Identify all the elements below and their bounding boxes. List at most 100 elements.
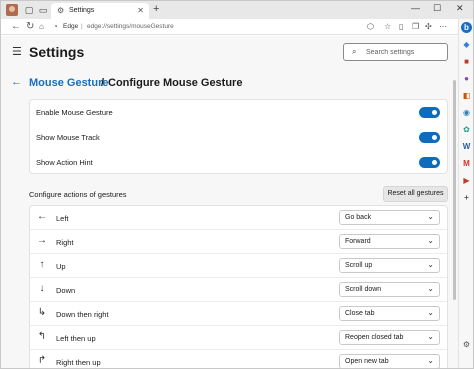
gestures-list: ← Left Go back ⌄ → Right Forward ⌄ ↑ Up [29, 205, 448, 368]
browser-brand: Edge [63, 23, 79, 30]
more-menu-icon[interactable]: ⋯ [439, 22, 447, 32]
toggle-row-track: Show Mouse Track [30, 125, 449, 150]
gesture-action-select[interactable]: Scroll up ⌄ [339, 258, 440, 273]
scrollbar-thumb[interactable] [453, 80, 456, 300]
gesture-row: ← Left Go back ⌄ [30, 206, 447, 230]
browser-window: ▢ ▭ ⚙ Settings ✕ + — ☐ ✕ ← ↻ ⌂ ◔ Edge | … [0, 0, 474, 369]
page-title: Settings [29, 44, 85, 60]
youtube-icon[interactable]: ▶ [461, 175, 472, 186]
toggle-label: Show Action Hint [36, 158, 93, 167]
favorites-star-icon[interactable]: ☆ [384, 22, 391, 32]
back-arrow-icon[interactable]: ← [11, 76, 22, 88]
gesture-name: Down [56, 286, 76, 295]
gmail-icon[interactable]: M [461, 158, 472, 169]
gesture-name: Right then up [56, 358, 101, 367]
close-tab-icon[interactable]: ✕ [137, 6, 144, 15]
refresh-icon[interactable]: ↻ [26, 21, 34, 33]
copilot-icon[interactable]: b [461, 22, 472, 33]
gesture-row: ↰ Left then up Reopen closed tab ⌄ [30, 326, 447, 350]
gesture-action-select[interactable]: Forward ⌄ [339, 234, 440, 249]
enable-mouse-gesture-toggle[interactable] [419, 107, 440, 118]
gesture-action-select[interactable]: Reopen closed tab ⌄ [339, 330, 440, 345]
address-box[interactable]: ◔ Edge | edge://settings/mouseGesture [53, 21, 353, 33]
gesture-name: Left [56, 214, 69, 223]
apps-icon[interactable]: ✿ [461, 124, 472, 135]
toggles-card: Enable Mouse Gesture Show Mouse Track Sh… [29, 99, 448, 174]
split-screen-icon[interactable]: ▯ [399, 22, 403, 32]
toggle-label: Show Mouse Track [36, 133, 100, 142]
settings-page: ☰ Settings ⌕ ← Mouse Gesture / Configure… [1, 36, 458, 368]
reset-all-gestures-button[interactable]: Reset all gestures [383, 186, 448, 202]
extensions-puzzle-icon[interactable]: ✣ [425, 22, 432, 32]
address-bar-row: ← ↻ ⌂ ◔ Edge | edge://settings/mouseGest… [1, 19, 473, 35]
breadcrumb: ← Mouse Gesture / Configure Mouse Gestur… [1, 74, 458, 94]
person-icon[interactable]: ● [461, 73, 472, 84]
search-icon: ⌕ [352, 47, 357, 56]
gesture-name: Up [56, 262, 66, 271]
selected-action: Close tab [345, 310, 375, 317]
selected-action: Reopen closed tab [345, 334, 404, 341]
settings-gear-icon: ⚙ [57, 6, 65, 15]
back-nav-icon[interactable]: ← [11, 21, 21, 33]
gesture-action-select[interactable]: Close tab ⌄ [339, 306, 440, 321]
office-icon[interactable]: ◧ [461, 90, 472, 101]
gesture-action-select[interactable]: Go back ⌄ [339, 210, 440, 225]
toggle-row-enable: Enable Mouse Gesture [30, 100, 449, 125]
left-then-up-icon: ↰ [37, 331, 47, 342]
gesture-row: ↱ Right then up Open new tab ⌄ [30, 350, 447, 368]
word-icon[interactable]: W [461, 141, 472, 152]
chevron-down-icon: ⌄ [427, 284, 434, 293]
gesture-action-select[interactable]: Scroll down ⌄ [339, 282, 440, 297]
search-box[interactable]: ⌕ [343, 43, 448, 61]
selected-action: Scroll down [345, 286, 382, 293]
profile-avatar[interactable] [6, 4, 18, 16]
gesture-row: ↓ Down Scroll down ⌄ [30, 278, 447, 302]
breadcrumb-parent-link[interactable]: Mouse Gesture [29, 77, 108, 89]
down-then-right-icon: ↳ [37, 307, 47, 318]
address-separator: | [81, 23, 83, 30]
tab-actions-icon[interactable]: ▭ [37, 4, 49, 16]
chevron-down-icon: ⌄ [427, 260, 434, 269]
page-scrollbar[interactable] [452, 80, 457, 326]
show-action-hint-toggle[interactable] [419, 157, 440, 168]
url-text[interactable]: edge://settings/mouseGesture [87, 23, 174, 30]
collections-icon[interactable]: ❐ [412, 22, 419, 32]
gesture-action-select[interactable]: Open new tab ⌄ [339, 354, 440, 368]
selected-action: Forward [345, 238, 371, 245]
breadcrumb-separator: / [101, 77, 105, 89]
gesture-name: Left then up [56, 334, 96, 343]
sidebar-settings-icon[interactable]: ⚙ [461, 339, 472, 350]
toggle-row-hint: Show Action Hint [30, 150, 449, 175]
extension-icon[interactable]: ⬡ [367, 22, 374, 32]
new-tab-button[interactable]: + [153, 3, 159, 15]
chevron-down-icon: ⌄ [427, 356, 434, 365]
add-site-icon[interactable]: + [461, 192, 472, 203]
selected-action: Scroll up [345, 262, 373, 269]
show-mouse-track-toggle[interactable] [419, 132, 440, 143]
workspaces-icon[interactable]: ▢ [23, 4, 35, 16]
arrow-left-icon: ← [37, 211, 47, 222]
selected-action: Go back [345, 214, 372, 221]
minimize-icon[interactable]: — [411, 3, 420, 13]
gesture-name: Down then right [56, 310, 109, 319]
maximize-icon[interactable]: ☐ [433, 3, 441, 14]
close-window-icon[interactable]: ✕ [456, 3, 464, 14]
tag-icon[interactable]: ◆ [461, 39, 472, 50]
toolbox-icon[interactable]: ■ [461, 56, 472, 67]
chevron-down-icon: ⌄ [427, 332, 434, 341]
hamburger-menu-icon[interactable]: ☰ [12, 47, 22, 58]
toggle-label: Enable Mouse Gesture [36, 108, 113, 117]
tab-title: Settings [69, 7, 95, 14]
section-title: Configure actions of gestures [29, 190, 127, 199]
selected-action: Open new tab [345, 358, 389, 365]
arrow-right-icon: → [37, 235, 47, 246]
home-icon[interactable]: ⌂ [39, 21, 44, 33]
outlook-icon[interactable]: ◉ [461, 107, 472, 118]
breadcrumb-current: Configure Mouse Gesture [108, 77, 243, 89]
tab-settings[interactable]: ⚙ Settings ✕ [51, 3, 149, 19]
chevron-down-icon: ⌄ [427, 212, 434, 221]
gesture-name: Right [56, 238, 74, 247]
gesture-row: → Right Forward ⌄ [30, 230, 447, 254]
edge-logo-icon: ◔ [53, 22, 58, 31]
search-input[interactable] [366, 46, 444, 58]
